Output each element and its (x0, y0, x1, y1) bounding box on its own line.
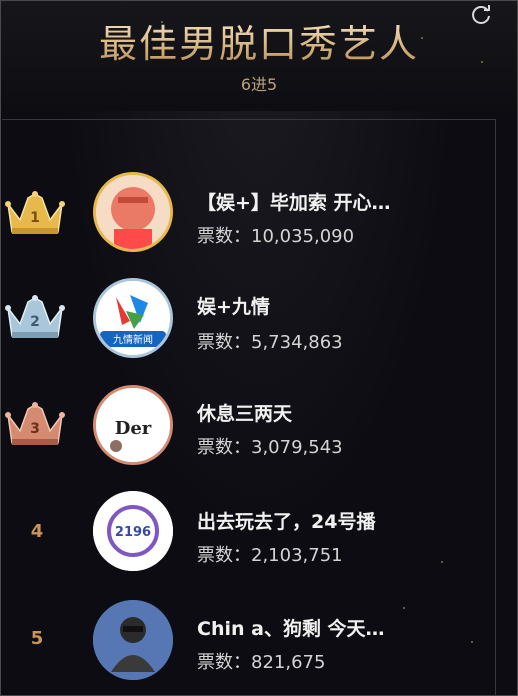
svg-text:Der: Der (115, 418, 152, 439)
entry-votes: 票数：10,035,090 (197, 222, 354, 248)
votes-value: 2,103,751 (251, 545, 343, 566)
round-subtitle: 6进5 (240, 75, 278, 94)
svg-text:3: 3 (30, 421, 40, 437)
votes-label: 票数： (197, 437, 251, 458)
svg-text:1: 1 (30, 210, 40, 226)
gold-crown-icon: 1 (4, 190, 66, 238)
entry-votes: 票数：821,675 (197, 648, 325, 674)
award-title: 最佳男脱口秀艺人 (1, 13, 517, 68)
avatar[interactable] (93, 172, 173, 252)
votes-value: 5,734,863 (251, 332, 343, 353)
avatar[interactable]: 2196 (93, 491, 173, 571)
votes-value: 821,675 (251, 652, 326, 673)
votes-label: 票数： (197, 652, 251, 673)
silver-crown-icon: 2 (4, 294, 66, 342)
votes-label: 票数： (197, 226, 251, 247)
entry-votes: 票数：2,103,751 (197, 541, 343, 567)
votes-value: 3,079,543 (251, 437, 343, 458)
entry-votes: 票数：3,079,543 (197, 433, 343, 459)
list-item-rank-3[interactable]: 3 Der 休息三两天 票数：3,079,543 (1, 381, 501, 481)
svg-text:九情新闻: 九情新闻 (113, 333, 153, 346)
avatar[interactable]: Der (93, 385, 173, 465)
entry-votes: 票数：5,734,863 (197, 328, 343, 354)
votes-label: 票数： (197, 545, 251, 566)
ranking-panel: 最佳男脱口秀艺人 6进5 1 【娱+】毕加索 开心… 票数：10,035,090… (0, 0, 518, 696)
list-item-rank-4[interactable]: 4 2196 出去玩去了，24号播 票数：2,103,751 (1, 489, 501, 589)
avatar[interactable]: 九情新闻 (93, 278, 173, 358)
avatar[interactable] (93, 600, 173, 680)
list-item-rank-5[interactable]: 5 Chin a、狗剩 今天… 票数：821,675 (1, 596, 501, 695)
svg-text:2: 2 (30, 314, 40, 330)
entry-name: 出去玩去了，24号播 (197, 511, 376, 533)
votes-value: 10,035,090 (251, 226, 355, 247)
rank-number: 4 (30, 521, 44, 542)
list-item-rank-2[interactable]: 2 九情新闻 娱+九情 票数：5,734,863 (1, 276, 501, 376)
entry-name: 休息三两天 (197, 403, 293, 425)
entry-name: 娱+九情 (197, 296, 270, 318)
rank-number: 5 (30, 628, 44, 649)
votes-label: 票数： (197, 332, 251, 353)
entry-name: 【娱+】毕加索 开心… (197, 192, 391, 214)
refresh-icon[interactable] (469, 3, 493, 27)
bronze-crown-icon: 3 (4, 401, 66, 449)
entry-name: Chin a、狗剩 今天… (197, 618, 385, 640)
svg-text:2196: 2196 (115, 525, 151, 540)
list-item-rank-1[interactable]: 1 【娱+】毕加索 开心… 票数：10,035,090 (1, 166, 501, 266)
